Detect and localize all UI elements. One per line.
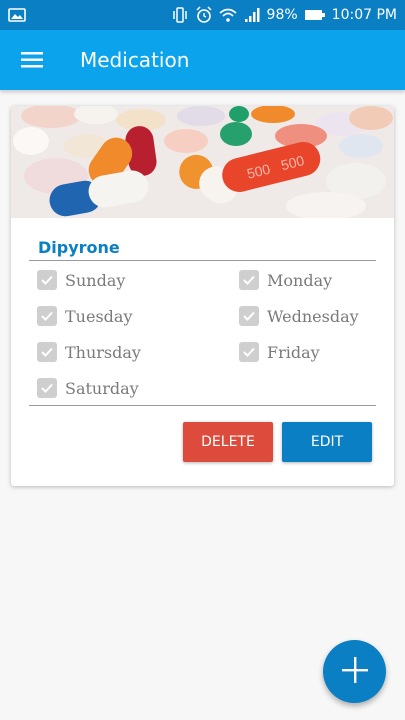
battery-icon — [304, 6, 326, 24]
day-monday[interactable]: Monday — [239, 269, 332, 291]
plus-icon — [341, 656, 369, 688]
day-label: Wednesday — [267, 306, 359, 326]
checkbox-checked-icon[interactable] — [37, 306, 57, 326]
status-bar-right: 98% 10:07 PM — [171, 6, 397, 24]
day-friday[interactable]: Friday — [239, 341, 320, 363]
day-label: Monday — [267, 270, 333, 290]
checkbox-checked-icon[interactable] — [37, 270, 57, 290]
day-label: Saturday — [65, 378, 139, 398]
checkbox-checked-icon[interactable] — [239, 306, 259, 326]
medication-card: 500 500 Dipyrone Sunday Monday Tuesday W — [11, 106, 394, 486]
day-wednesday[interactable]: Wednesday — [239, 305, 359, 327]
vibrate-icon — [171, 6, 189, 24]
day-tuesday[interactable]: Tuesday — [37, 305, 132, 327]
battery-percent: 98% — [266, 7, 298, 23]
divider — [29, 405, 376, 406]
divider — [29, 260, 376, 261]
day-label: Tuesday — [65, 306, 133, 326]
day-label: Friday — [267, 342, 320, 362]
day-saturday[interactable]: Saturday — [37, 377, 139, 399]
app-bar: Medication — [0, 30, 405, 90]
status-bar: 98% 10:07 PM — [0, 0, 405, 30]
wifi-icon — [218, 6, 237, 24]
day-label: Sunday — [65, 270, 126, 290]
clock: 10:07 PM — [331, 7, 397, 23]
hamburger-menu-icon[interactable] — [0, 30, 64, 90]
checkbox-checked-icon[interactable] — [239, 270, 259, 290]
pills-photo: 500 500 — [11, 106, 394, 218]
status-bar-left — [8, 6, 171, 24]
day-label: Thursday — [65, 342, 141, 362]
app-title: Medication — [80, 48, 190, 72]
signal-icon — [243, 6, 261, 24]
day-thursday[interactable]: Thursday — [37, 341, 141, 363]
edit-button[interactable]: EDIT — [282, 422, 372, 462]
add-medication-button[interactable] — [323, 640, 386, 703]
day-sunday[interactable]: Sunday — [37, 269, 125, 291]
medication-name: Dipyrone — [38, 238, 120, 257]
checkbox-checked-icon[interactable] — [37, 342, 57, 362]
alarm-icon — [195, 6, 213, 24]
image-icon — [8, 6, 26, 24]
checkbox-checked-icon[interactable] — [37, 378, 57, 398]
checkbox-checked-icon[interactable] — [239, 342, 259, 362]
delete-button[interactable]: DELETE — [183, 422, 273, 462]
